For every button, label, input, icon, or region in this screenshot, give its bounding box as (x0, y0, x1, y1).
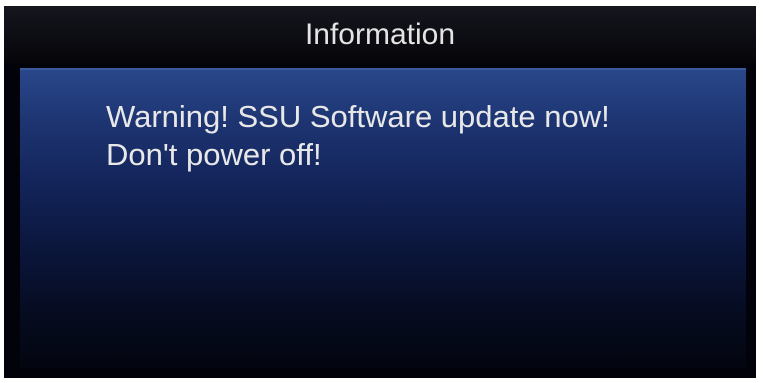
dialog-body: Warning! SSU Software update now! Don't … (20, 68, 746, 368)
information-dialog: Information Warning! SSU Software update… (4, 6, 756, 378)
message-line-warning: Warning! SSU Software update now! (106, 99, 610, 134)
dialog-title: Information (4, 6, 756, 64)
warning-message: Warning! SSU Software update now! Don't … (106, 98, 726, 174)
message-line-power-off: Don't power off! (106, 137, 322, 172)
